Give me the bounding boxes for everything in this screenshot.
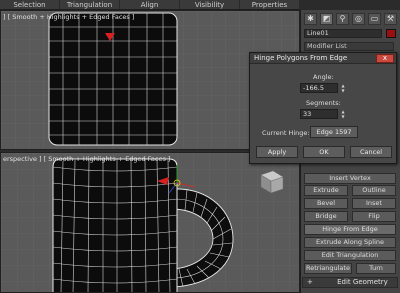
command-panel-tabs: ✱ ◩ ⚲ ◎ ▭ ⚒ xyxy=(301,10,400,27)
outline-button[interactable]: Outline xyxy=(352,185,396,196)
viewport-perspective-scene xyxy=(1,153,299,292)
utilities-icon[interactable]: ⚒ xyxy=(384,13,397,25)
dialog-title-bar[interactable]: Hinge Polygons From Edge x xyxy=(250,53,396,64)
retriangulate-button[interactable]: Retriangulate xyxy=(304,263,352,274)
insert-vertex-button[interactable]: Insert Vertex xyxy=(304,173,396,184)
ok-button[interactable]: OK xyxy=(303,146,345,158)
segments-label: Segments: xyxy=(306,99,341,107)
rollout-edit-geometry-label: Edit Geometry xyxy=(337,278,388,286)
motion-icon[interactable]: ◎ xyxy=(352,13,365,25)
tab-properties[interactable]: Properties xyxy=(240,0,300,9)
close-icon[interactable]: x xyxy=(376,54,394,63)
angle-spinner-arrows-icon[interactable]: ▲ ▼ xyxy=(340,83,346,93)
rollout-expand-sign: + xyxy=(307,278,313,286)
turn-button[interactable]: Turn xyxy=(356,263,396,274)
cancel-button[interactable]: Cancel xyxy=(350,146,392,158)
object-name-field[interactable]: Line01 xyxy=(304,29,382,38)
object-color-swatch[interactable] xyxy=(386,29,396,38)
hierarchy-icon[interactable]: ⚲ xyxy=(336,13,349,25)
angle-label: Angle: xyxy=(313,73,334,81)
menu-tab-bar: Selection Triangulation Align Visibility… xyxy=(0,0,300,10)
bridge-button[interactable]: Bridge xyxy=(304,211,348,222)
tab-selection[interactable]: Selection xyxy=(0,0,60,9)
hinge-polygons-dialog: Hinge Polygons From Edge x Angle: -166.5… xyxy=(249,52,397,164)
viewport-perspective-label[interactable]: erspective ] [ Smooth + Highlights + Edg… xyxy=(3,155,170,163)
create-icon[interactable]: ✱ xyxy=(304,13,317,25)
extrude-along-spline-button[interactable]: Extrude Along Spline xyxy=(304,237,396,248)
mug-body-mesh xyxy=(52,158,178,292)
edit-triangulation-button[interactable]: Edit Triangulation xyxy=(304,250,396,261)
tab-triangulation[interactable]: Triangulation xyxy=(60,0,120,9)
dialog-title: Hinge Polygons From Edge xyxy=(254,54,348,62)
current-hinge-label: Current Hinge: xyxy=(262,129,310,137)
flip-button[interactable]: Flip xyxy=(352,211,396,222)
current-hinge-pick-button[interactable]: Edge 1597 xyxy=(310,126,358,138)
segments-spinner-arrows-icon[interactable]: ▲ ▼ xyxy=(340,109,346,119)
apply-button[interactable]: Apply xyxy=(256,146,298,158)
inset-button[interactable]: Inset xyxy=(352,198,396,209)
viewport-top-label[interactable]: ] [ Smooth + Highlights + Edged Faces ] xyxy=(3,13,134,21)
mug-mesh-top xyxy=(48,12,178,146)
hinge-from-edge-button[interactable]: Hinge From Edge xyxy=(304,224,396,235)
segments-spinner-input[interactable]: 33 xyxy=(300,109,338,119)
modify-icon[interactable]: ◩ xyxy=(320,13,333,25)
bevel-button[interactable]: Bevel xyxy=(304,198,348,209)
angle-spinner-input[interactable]: -166.5 xyxy=(300,83,338,93)
viewport-perspective[interactable]: erspective ] [ Smooth + Highlights + Edg… xyxy=(0,152,300,293)
display-icon[interactable]: ▭ xyxy=(368,13,381,25)
tab-align[interactable]: Align xyxy=(120,0,180,9)
extrude-button[interactable]: Extrude xyxy=(304,185,348,196)
rollout-edit-geometry[interactable]: + Edit Geometry xyxy=(302,277,398,288)
modifier-list-dropdown[interactable]: Modifier List xyxy=(304,42,394,51)
tab-visibility[interactable]: Visibility xyxy=(180,0,240,9)
